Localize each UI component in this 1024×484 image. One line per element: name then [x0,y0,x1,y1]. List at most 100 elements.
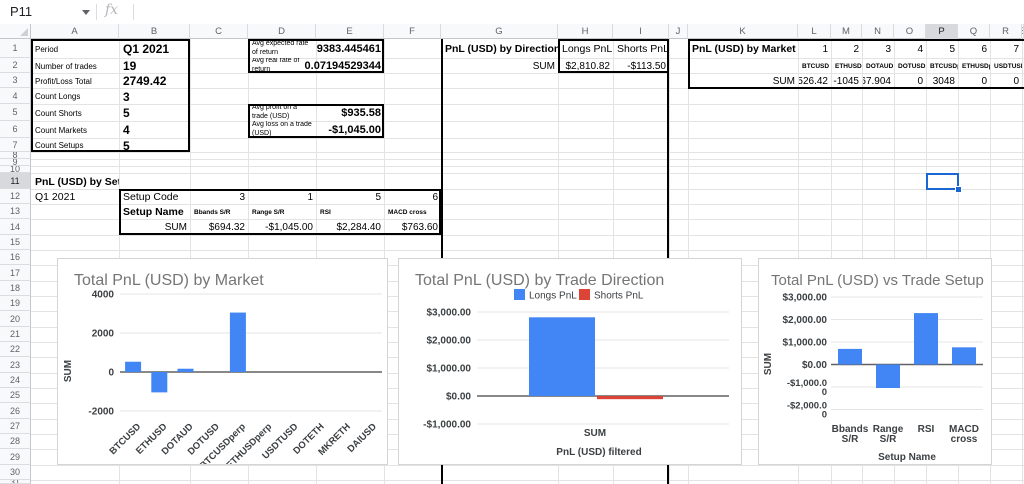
row-header-19[interactable]: 19 [0,296,31,311]
cell-B2[interactable]: 19 [120,58,190,74]
row-header-18[interactable]: 18 [0,281,31,296]
cell-E1[interactable]: 9383.445461 [317,39,384,59]
cell-Q2[interactable]: ETHUSDperp [959,58,990,74]
fill-handle[interactable] [955,186,962,193]
cell-L1[interactable]: 1 [799,39,831,59]
column-header-I[interactable]: I [613,24,669,39]
cell-F13[interactable]: MACD cross [385,204,441,220]
cell-A7[interactable]: Count Setups [32,138,119,153]
row-header-9[interactable]: 9 [0,159,31,166]
cell-K1[interactable]: PnL (USD) by Market [689,39,798,59]
cell-E13[interactable]: RSI [317,204,384,220]
row-header-13[interactable]: 13 [0,204,31,219]
row-header-23[interactable]: 23 [0,357,31,373]
row-header-21[interactable]: 21 [0,327,31,342]
cell-E5[interactable]: $935.58 [317,104,384,122]
cell-D5[interactable]: Avg profit on a trade (USD) [249,104,316,122]
cell-M2[interactable]: ETHUSD [832,58,862,74]
cell-B1[interactable]: Q1 2021 [120,39,190,59]
cell-B7[interactable]: 5 [120,138,190,153]
cell-M1[interactable]: 2 [832,39,862,59]
row-header-17[interactable]: 17 [0,265,31,281]
cell-K3[interactable]: SUM [689,73,798,89]
row-header-15[interactable]: 15 [0,235,31,250]
row-header-29[interactable]: 29 [0,449,31,465]
cell-D1[interactable]: Avg expected rate of return [249,39,316,59]
cell-I1[interactable]: Shorts PnL [614,39,669,59]
cell-E14[interactable]: $2,284.40 [317,219,384,236]
row-header-5[interactable]: 5 [0,104,31,121]
cell-N2[interactable]: DOTAUD [863,58,894,74]
cell-B3[interactable]: 2749.42 [120,73,190,89]
cell-E12[interactable]: 5 [317,189,384,205]
cell-I2[interactable]: -$113.50 [614,58,669,74]
cell-A11[interactable]: PnL (USD) by Setup [32,173,119,190]
cell-O1[interactable]: 4 [895,39,926,59]
cell-A12[interactable]: Q1 2021 [32,189,119,205]
cell-N1[interactable]: 3 [863,39,894,59]
row-header-1[interactable]: 1 [0,39,31,58]
row-header-27[interactable]: 27 [0,419,31,434]
chart-total-pnl-by-trade-direction[interactable]: Total PnL (USD) by Trade Direction Longs … [398,258,742,465]
row-header-4[interactable]: 4 [0,88,31,104]
cell-P2[interactable]: BTCUSDperp [927,58,958,74]
cell-F14[interactable]: $763.60 [385,219,441,236]
cell-A5[interactable]: Count Shorts [32,104,119,122]
column-header-F[interactable]: F [384,24,441,39]
column-header-A[interactable]: A [31,24,119,39]
cell-A6[interactable]: Count Markets [32,121,119,139]
cell-F12[interactable]: 6 [385,189,441,205]
name-box[interactable]: P11 [10,4,32,19]
row-header-12[interactable]: 12 [0,189,31,204]
cell-D6[interactable]: Avg loss on a trade (USD) [249,121,316,139]
row-header-26[interactable]: 26 [0,403,31,419]
cell-R1[interactable]: 7 [991,39,1022,59]
column-header-B[interactable]: B [119,24,190,39]
row-header-24[interactable]: 24 [0,373,31,388]
column-header-J[interactable]: J [669,24,688,39]
cell-H2[interactable]: $2,810.82 [559,58,613,74]
column-header-R[interactable]: R [990,24,1022,39]
cell-C12[interactable]: 3 [191,189,248,205]
cell-E6[interactable]: -$1,045.00 [317,121,384,139]
cell-B5[interactable]: 5 [120,104,190,122]
cell-B6[interactable]: 4 [120,121,190,139]
chart-total-pnl-vs-trade-setup[interactable]: Total PnL (USD) vs Trade Setup $3,000.00 $… [758,258,992,465]
column-header-E[interactable]: E [316,24,384,39]
cell-O3[interactable]: 0 [895,73,926,89]
row-header-31[interactable]: 31 [0,480,31,484]
cell-P3[interactable]: 3048 [927,73,958,89]
column-header-K[interactable]: K [688,24,798,39]
row-header-30[interactable]: 30 [0,465,31,480]
column-header-Q[interactable]: Q [958,24,990,39]
cell-Q3[interactable]: 0 [959,73,990,89]
cell-E2[interactable]: 0.07194529344 [305,58,384,74]
row-header-25[interactable]: 25 [0,388,31,403]
column-header-O[interactable]: O [894,24,926,39]
row-header-8[interactable]: 8 [0,152,31,159]
column-header-D[interactable]: D [248,24,316,39]
cell-N3[interactable]: 167.904 [863,73,894,89]
cell-R2[interactable]: USDTUSD [991,58,1022,74]
cell-L2[interactable]: BTCUSD [799,58,831,74]
cell-O2[interactable]: DOTUSD [895,58,926,74]
column-header-L[interactable]: L [798,24,831,39]
column-header-G[interactable]: G [441,24,558,39]
cell-A2[interactable]: Number of trades [32,58,119,74]
row-header-28[interactable]: 28 [0,434,31,449]
cell-D13[interactable]: Range S/R [249,204,316,220]
cell-D12[interactable]: 1 [249,189,316,205]
column-header-H[interactable]: H [558,24,613,39]
row-header-14[interactable]: 14 [0,219,31,235]
cell-R3[interactable]: 0 [991,73,1022,89]
cell-G2[interactable]: SUM [442,58,558,74]
row-header-20[interactable]: 20 [0,311,31,327]
row-header-6[interactable]: 6 [0,121,31,138]
row-header-11[interactable]: 11 [0,173,31,189]
cell-L3[interactable]: 526.42 [799,73,831,89]
row-header-22[interactable]: 22 [0,342,31,357]
cell-A4[interactable]: Count Longs [32,88,119,105]
column-header-M[interactable]: M [831,24,862,39]
cell-C13[interactable]: Bbands S/R [191,204,248,220]
cell-Q1[interactable]: 6 [959,39,990,59]
